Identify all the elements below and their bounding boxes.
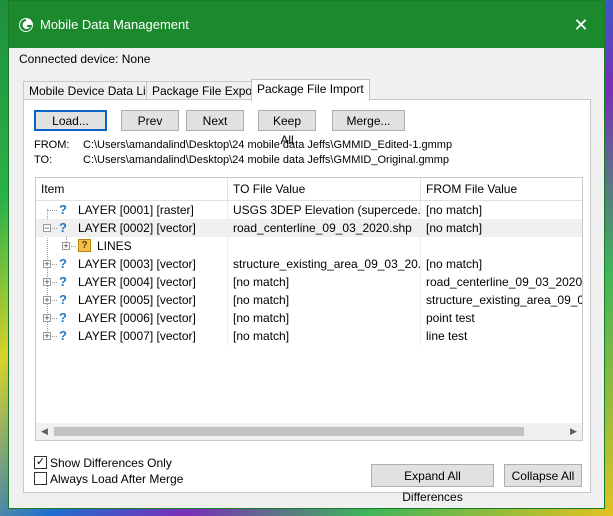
question-icon: ? [59, 274, 67, 289]
title-bar: Mobile Data Management ✕ [9, 1, 604, 48]
from-label: FROM: [34, 139, 70, 151]
scroll-left-icon[interactable]: ◀ [36, 423, 53, 440]
table-row[interactable]: + ? LAYER [0007] [vector] [no match] lin… [36, 327, 582, 345]
to-path: C:\Users\amandalind\Desktop\24 mobile da… [83, 154, 450, 166]
always-load-after-merge-label: Always Load After Merge [50, 472, 184, 486]
row-from-value: [no match] [426, 203, 483, 217]
to-label: TO: [34, 154, 53, 166]
row-item: LAYER [0001] [raster] [73, 201, 228, 219]
row-to-value: [no match] [228, 327, 421, 345]
checkmark-icon: ✓ [35, 456, 46, 468]
column-header-from-file-value[interactable]: FROM File Value [421, 178, 582, 200]
keep-all-button[interactable]: Keep All [258, 110, 316, 147]
row-item: LAYER [0002] [vector] [73, 219, 228, 237]
package-file-import-panel: Load... Prev Next Keep All Merge... FROM… [23, 99, 591, 504]
row-to-value: [no match] [228, 273, 421, 291]
connected-device-label: Connected device: None [19, 52, 151, 66]
row-to-value: USGS 3DEP Elevation (supercede... [228, 201, 421, 219]
column-header-to-file-value[interactable]: TO File Value [228, 178, 421, 200]
row-from-value: point test [426, 311, 475, 325]
load-button[interactable]: Load... [34, 110, 107, 131]
row-from-value: structure_existing_area_09_03 [426, 293, 583, 307]
tab-package-file-import[interactable]: Package File Import [251, 79, 370, 101]
table-row[interactable]: + ? LAYER [0003] [vector] structure_exis… [36, 255, 582, 273]
expand-toggle[interactable]: + [43, 260, 51, 269]
row-item: LAYER [0003] [vector] [73, 255, 228, 273]
question-icon: ? [59, 256, 67, 271]
window-title: Mobile Data Management [40, 17, 189, 32]
table-row[interactable]: ? LAYER [0001] [raster] USGS 3DEP Elevat… [36, 201, 582, 219]
show-differences-only-label: Show Differences Only [50, 456, 172, 470]
collapse-toggle[interactable]: − [43, 224, 51, 233]
next-button[interactable]: Next [186, 110, 244, 131]
grid-header: Item TO File Value FROM File Value [36, 178, 582, 201]
row-from-value: line test [426, 329, 468, 343]
row-item: LAYER [0007] [vector] [73, 327, 228, 345]
row-to-value [228, 237, 421, 255]
row-from-value: [no match] [426, 257, 483, 271]
expand-toggle[interactable]: + [43, 332, 51, 341]
from-path: C:\Users\amandalind\Desktop\24 mobile da… [83, 139, 453, 151]
question-icon: ? [59, 328, 67, 343]
expand-toggle[interactable]: + [43, 296, 51, 305]
row-from-value [421, 237, 582, 255]
close-icon: ✕ [573, 15, 589, 35]
expand-all-differences-button[interactable]: Expand All Differences [371, 464, 494, 504]
question-box-icon: ? [78, 239, 91, 252]
question-icon: ? [59, 292, 67, 307]
collapse-all-button[interactable]: Collapse All [504, 464, 582, 487]
row-to-value: [no match] [228, 291, 421, 309]
tab-mobile-device-data-link[interactable]: Mobile Device Data Link [23, 81, 165, 100]
row-item: LINES [92, 237, 228, 255]
question-icon: ? [59, 310, 67, 325]
always-load-after-merge-checkbox[interactable] [34, 472, 47, 485]
column-header-item[interactable]: Item [36, 178, 228, 200]
scrollbar-thumb[interactable] [54, 427, 524, 436]
merge-button[interactable]: Merge... [332, 110, 405, 131]
close-button[interactable]: ✕ [564, 10, 598, 40]
tab-package-file-export[interactable]: Package File Export [146, 81, 266, 100]
horizontal-scrollbar[interactable]: ◀ ▶ [36, 423, 582, 440]
row-to-value: road_centerline_09_03_2020.shp [228, 219, 421, 237]
expand-toggle[interactable]: + [43, 278, 51, 287]
row-item: LAYER [0006] [vector] [73, 309, 228, 327]
table-row[interactable]: + ? LAYER [0005] [vector] [no match] str… [36, 291, 582, 309]
row-from-value: [no match] [426, 221, 483, 235]
table-row[interactable]: − ? LAYER [0002] [vector] road_centerlin… [36, 219, 582, 237]
row-to-value: [no match] [228, 309, 421, 327]
row-from-value: road_centerline_09_03_2020.s [426, 275, 583, 289]
table-row[interactable]: + ? LINES [36, 237, 582, 255]
mobile-data-management-window: Mobile Data Management ✕ Connected devic… [8, 0, 605, 509]
table-row[interactable]: + ? LAYER [0004] [vector] [no match] roa… [36, 273, 582, 291]
row-to-value: structure_existing_area_09_03_20... [228, 255, 421, 273]
question-icon: ? [59, 202, 67, 217]
app-logo-icon [19, 18, 33, 32]
expand-toggle[interactable]: + [43, 314, 51, 323]
row-item: LAYER [0005] [vector] [73, 291, 228, 309]
row-item: LAYER [0004] [vector] [73, 273, 228, 291]
show-differences-only-checkbox[interactable]: ✓ [34, 456, 47, 469]
table-row[interactable]: + ? LAYER [0006] [vector] [no match] poi… [36, 309, 582, 327]
scroll-right-icon[interactable]: ▶ [565, 423, 582, 440]
prev-button[interactable]: Prev [121, 110, 179, 131]
expand-toggle[interactable]: + [62, 242, 70, 251]
question-icon: ? [59, 220, 67, 235]
difference-tree-grid[interactable]: Item TO File Value FROM File Value ? LAY… [35, 177, 583, 441]
